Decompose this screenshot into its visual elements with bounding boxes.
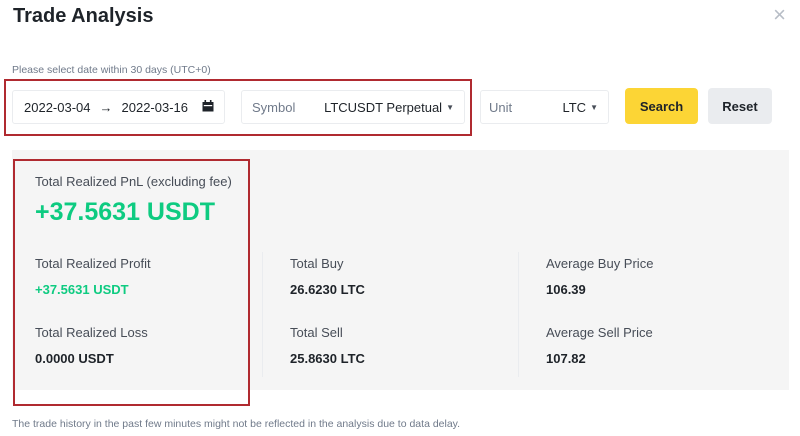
caret-down-icon[interactable]: ▼ xyxy=(590,103,598,112)
data-delay-note: The trade history in the past few minute… xyxy=(12,418,461,430)
close-icon[interactable]: × xyxy=(773,4,786,26)
total-sell-label: Total Sell xyxy=(290,325,343,340)
unit-value[interactable]: LTC xyxy=(562,100,586,115)
avg-buy-value: 106.39 xyxy=(546,282,586,297)
avg-sell-label: Average Sell Price xyxy=(546,325,653,340)
avg-sell-value: 107.82 xyxy=(546,351,586,366)
total-buy-label: Total Buy xyxy=(290,256,344,271)
column-divider xyxy=(262,252,263,377)
column-divider xyxy=(518,252,519,377)
dialog-title: Trade Analysis xyxy=(13,5,154,27)
search-button[interactable]: Search xyxy=(625,88,698,124)
unit-select[interactable]: Unit LTC ▼ xyxy=(480,90,609,124)
reset-button[interactable]: Reset xyxy=(708,88,772,124)
date-hint: Please select date within 30 days (UTC+0… xyxy=(12,64,211,76)
filter-highlight-box xyxy=(4,79,472,136)
total-sell-value: 25.8630 LTC xyxy=(290,351,365,366)
avg-buy-label: Average Buy Price xyxy=(546,256,654,271)
pnl-highlight-box xyxy=(13,159,250,406)
total-buy-value: 26.6230 LTC xyxy=(290,282,365,297)
unit-label: Unit xyxy=(489,99,513,115)
